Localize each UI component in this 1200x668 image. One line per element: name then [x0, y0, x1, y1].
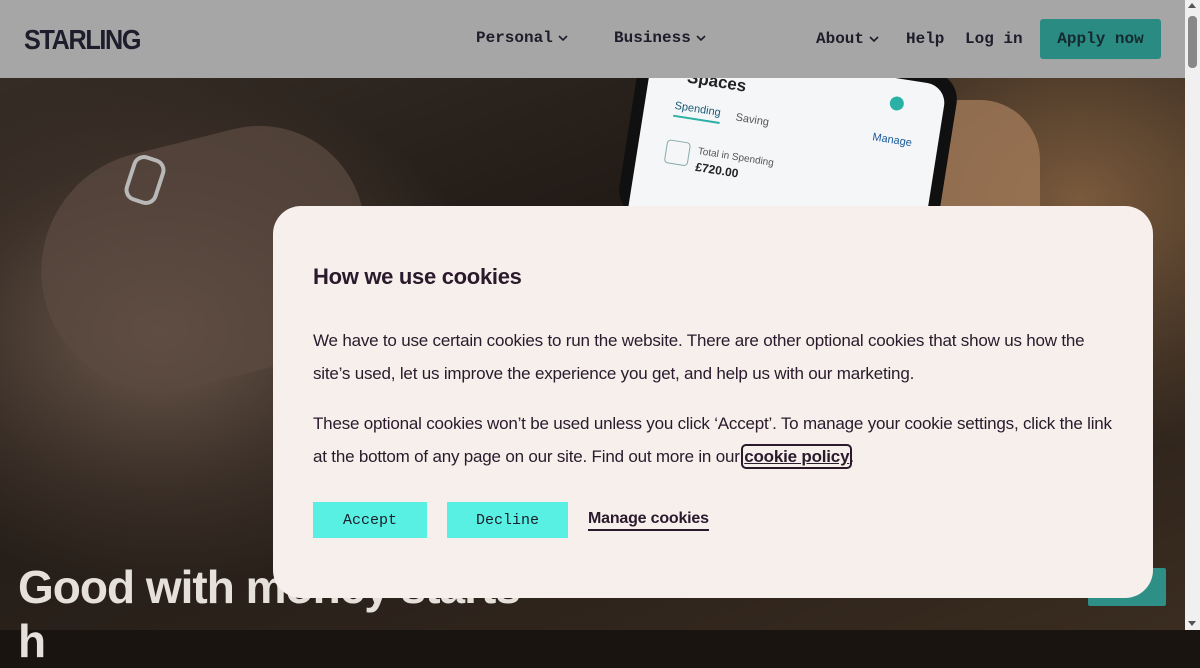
phone-row-amount: £720.00	[694, 159, 740, 181]
nav-about-label: About	[816, 30, 865, 48]
phone-tab-saving: Saving	[734, 111, 770, 129]
site-header: STARLING Personal Business About Help Lo…	[0, 0, 1185, 78]
nav-login-label: Log in	[965, 30, 1023, 48]
chevron-down-icon	[696, 35, 706, 42]
nav-help[interactable]: Help	[906, 30, 944, 48]
accept-cookies-button[interactable]: Accept	[313, 502, 427, 538]
phone-avatar-icon	[888, 95, 905, 112]
cookie-dialog-paragraph-2-text: These optional cookies won’t be used unl…	[313, 414, 1112, 466]
apply-now-button[interactable]: Apply now	[1040, 19, 1161, 59]
cookie-dialog-paragraph-2: These optional cookies won’t be used unl…	[313, 407, 1113, 473]
hero-heading-line2: h	[18, 615, 47, 667]
scroll-up-icon[interactable]	[1188, 3, 1196, 8]
chevron-down-icon	[869, 36, 879, 43]
cookie-dialog-paragraph-1: We have to use certain cookies to run th…	[313, 331, 1085, 383]
page-scrollbar[interactable]	[1185, 0, 1200, 630]
chevron-down-icon	[558, 35, 568, 42]
cookie-dialog-title: How we use cookies	[313, 264, 522, 289]
nav-login[interactable]: Log in	[965, 30, 1023, 48]
decline-cookies-button[interactable]: Decline	[447, 502, 568, 538]
phone-manage-link: Manage	[871, 131, 913, 150]
scrollbar-thumb[interactable]	[1188, 16, 1197, 68]
nav-business[interactable]: Business	[614, 29, 707, 47]
cookie-dialog-paragraph-2-end: .	[849, 447, 854, 466]
scroll-down-icon[interactable]	[1188, 621, 1196, 626]
cookie-consent-dialog: How we use cookies We have to use certai…	[273, 206, 1153, 598]
starling-logo[interactable]: STARLING	[24, 24, 141, 56]
nav-help-label: Help	[906, 30, 945, 48]
nav-personal-label: Personal	[476, 29, 553, 47]
cookie-policy-link[interactable]: cookie policy	[741, 444, 853, 469]
shapes-icon	[663, 139, 692, 167]
nav-personal[interactable]: Personal	[476, 29, 569, 47]
manage-cookies-link[interactable]: Manage cookies	[588, 510, 709, 531]
nav-business-label: Business	[614, 29, 691, 47]
phone-tab-spending: Spending	[673, 99, 722, 124]
nav-about[interactable]: About	[816, 30, 880, 48]
